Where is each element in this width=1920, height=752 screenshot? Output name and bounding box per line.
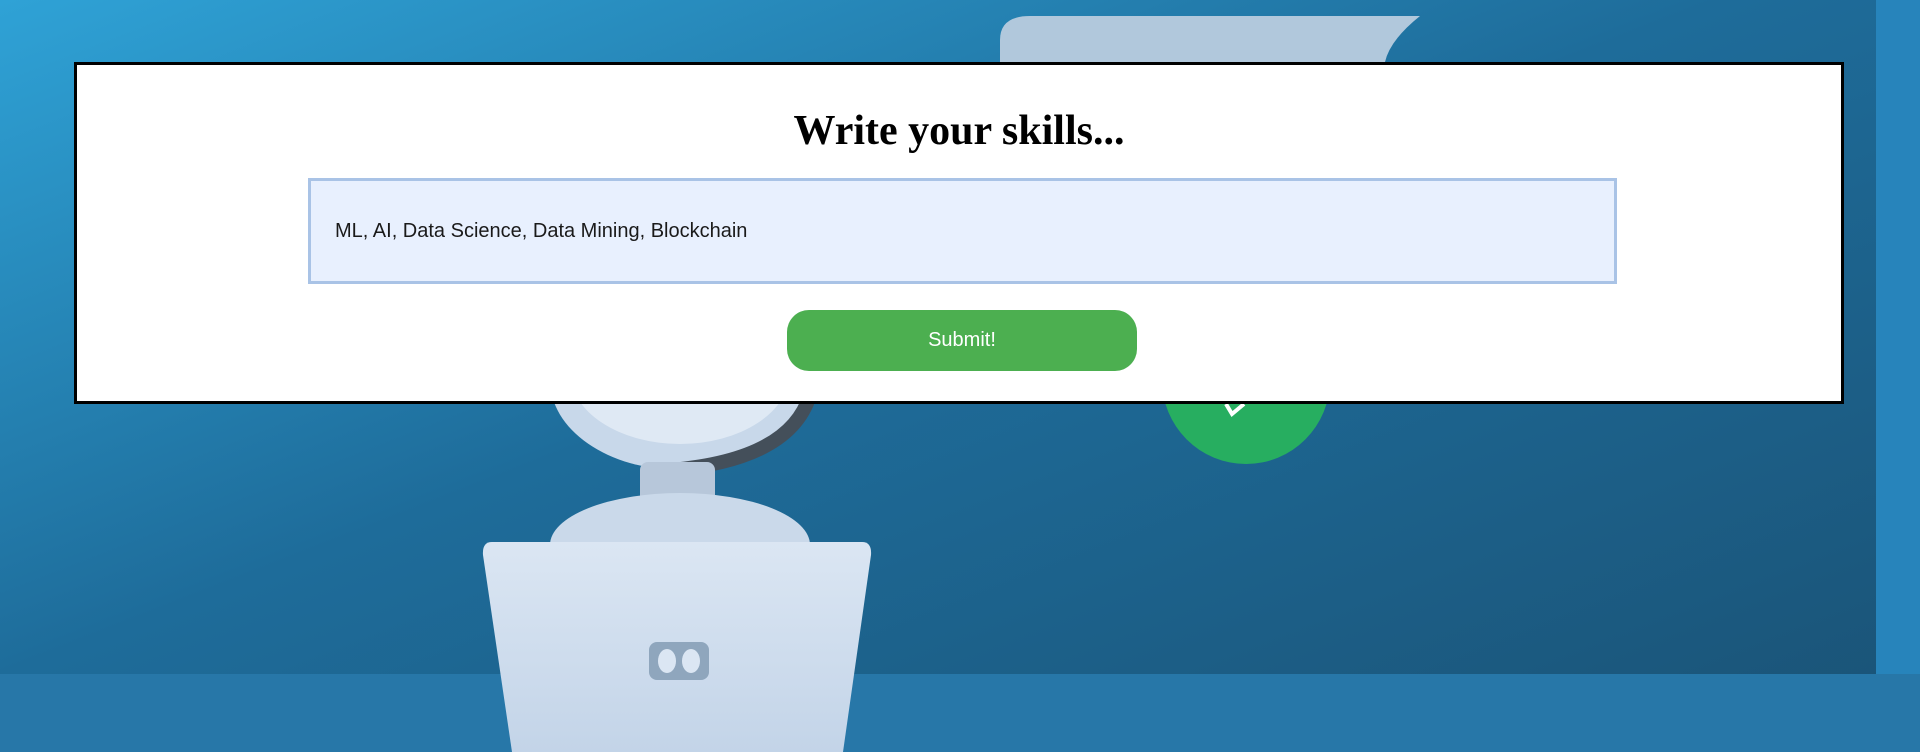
skills-form-card: Write your skills... Submit! <box>74 62 1844 404</box>
form-title: Write your skills... <box>793 108 1125 154</box>
paper-sheet-shape <box>1000 16 1420 62</box>
skills-input[interactable] <box>308 178 1617 284</box>
submit-button[interactable]: Submit! <box>787 310 1137 371</box>
